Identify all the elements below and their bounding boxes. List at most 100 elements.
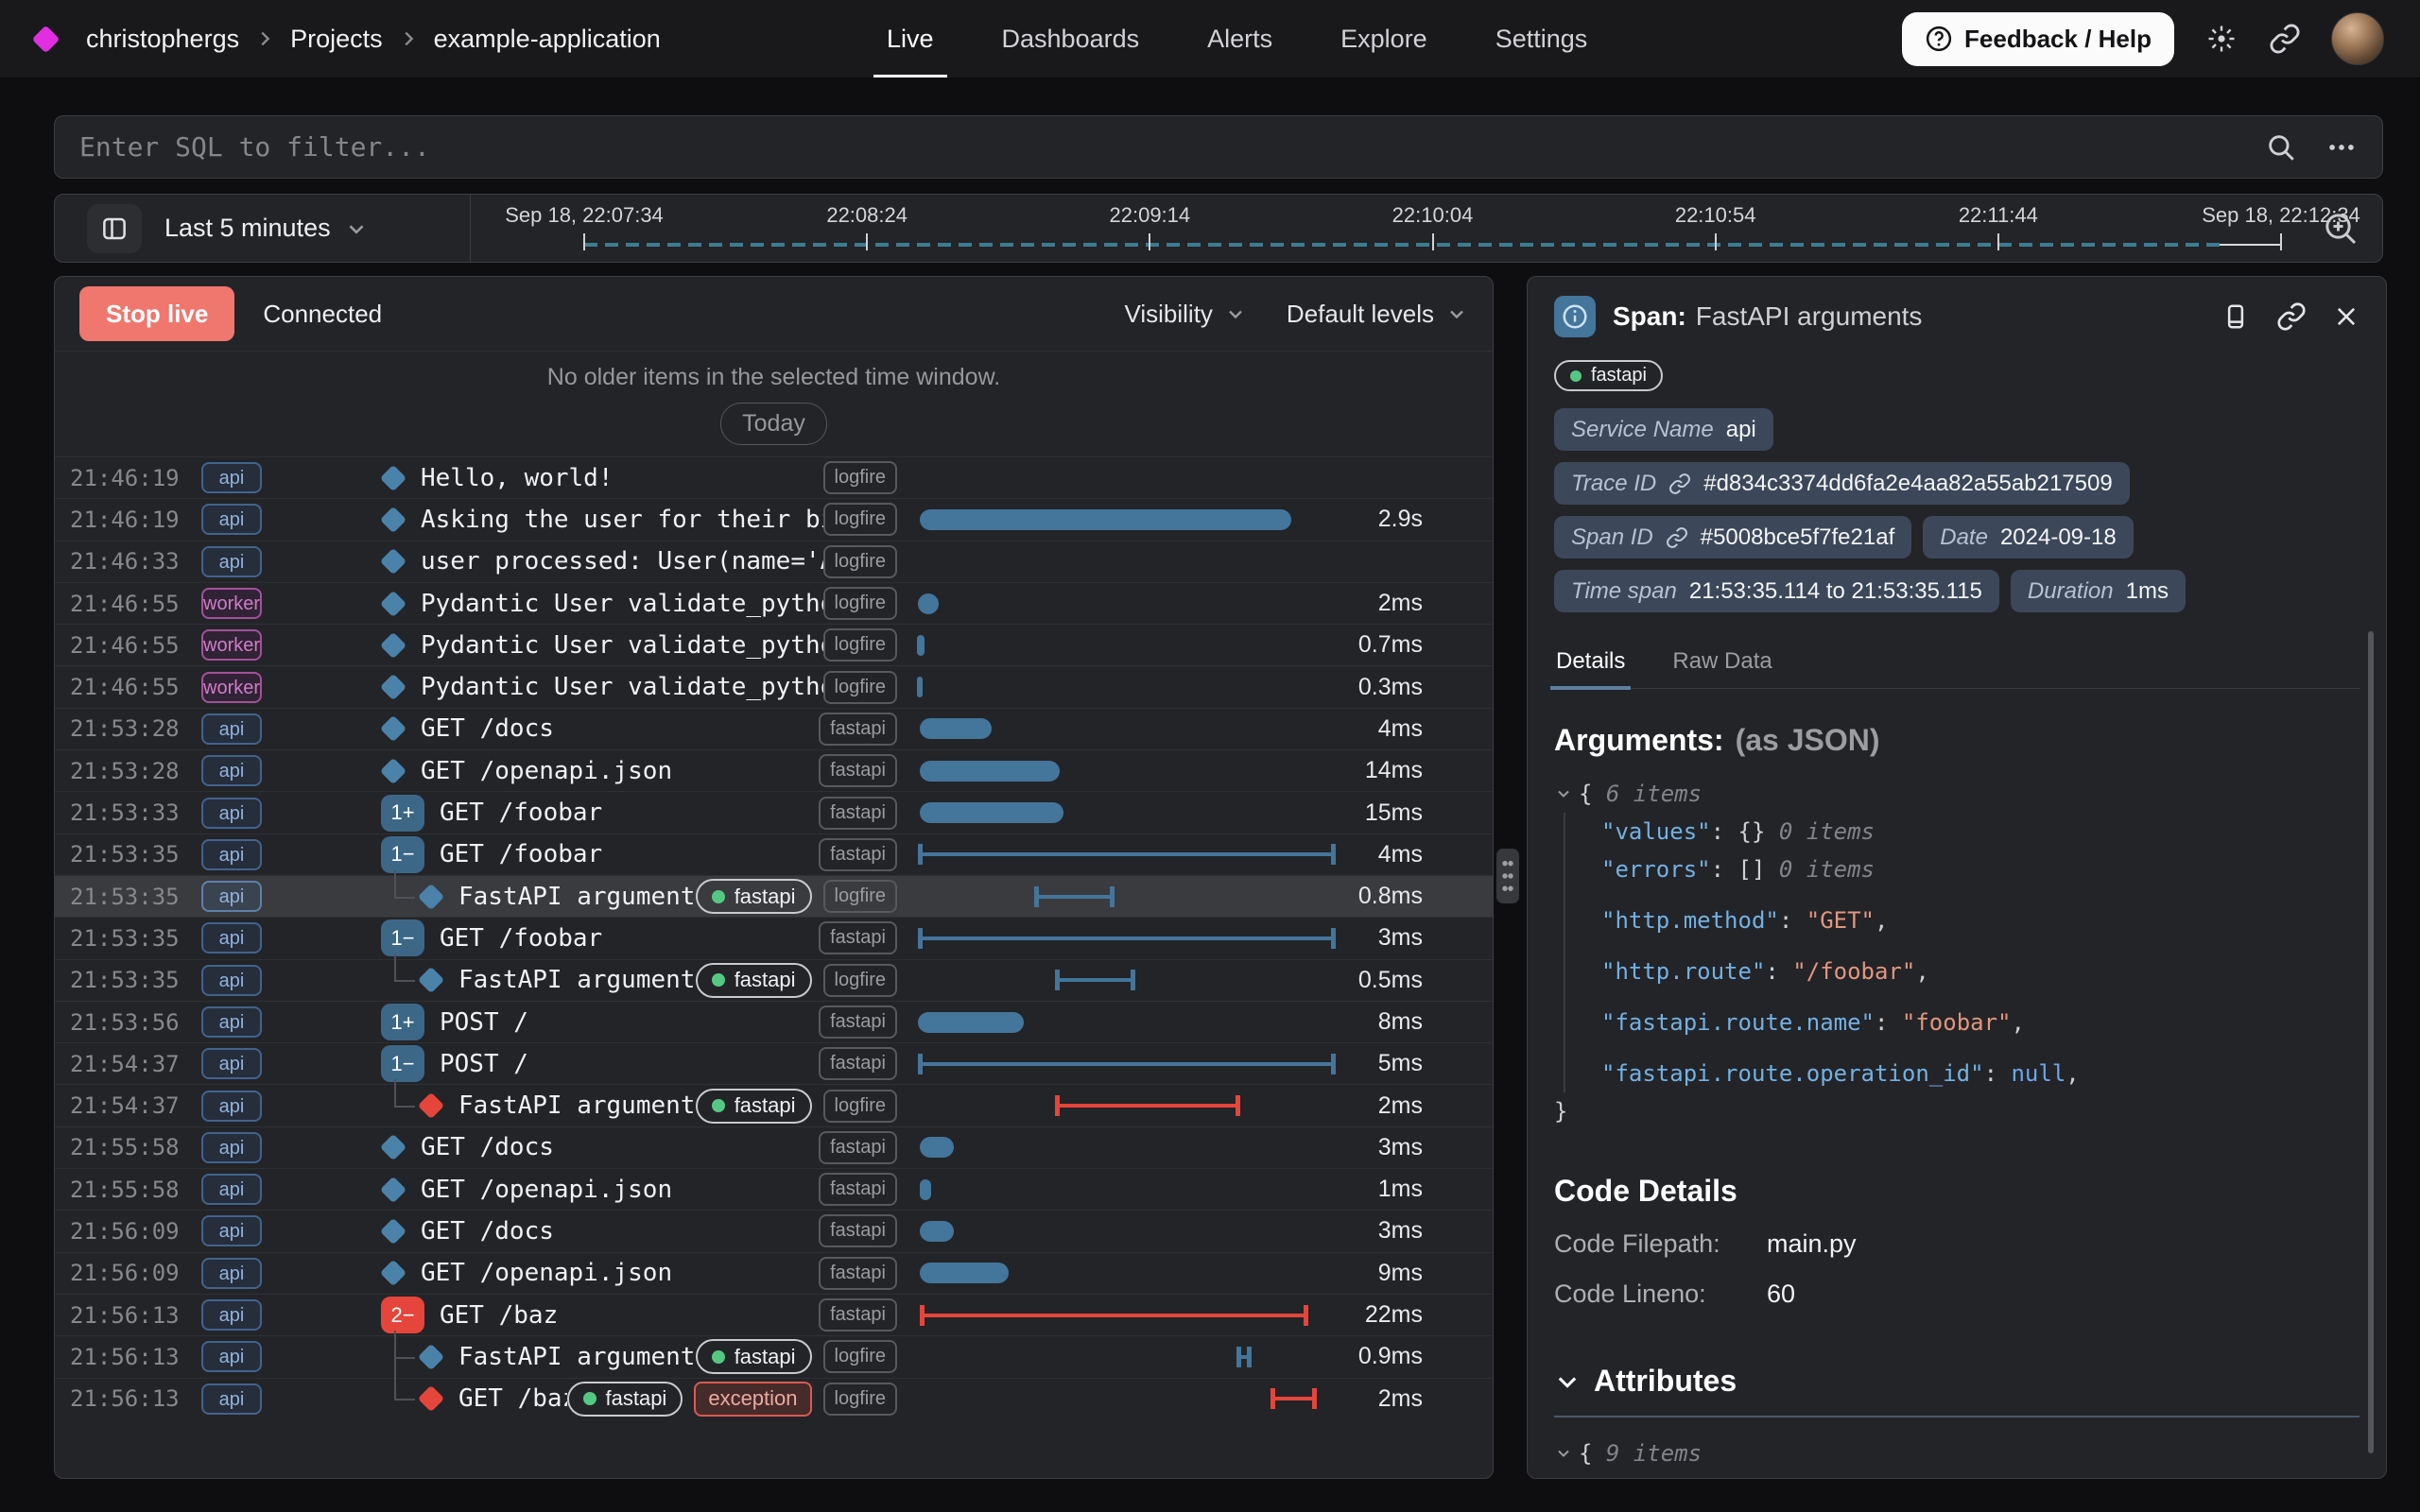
timeline[interactable]: Sep 18, 22:07:3422:08:2422:09:1422:10:04… bbox=[471, 195, 2297, 262]
tag-pill-fastapi[interactable]: fastapi bbox=[696, 963, 812, 998]
scope-chip[interactable]: fastapi bbox=[819, 713, 897, 746]
more-options-icon[interactable] bbox=[2325, 131, 2358, 163]
meta-chip-date[interactable]: Date2024-09-18 bbox=[1923, 516, 2133, 558]
meta-chip-duration[interactable]: Duration1ms bbox=[2011, 570, 2186, 612]
scope-chip[interactable]: fastapi bbox=[819, 921, 897, 954]
breadcrumb-projects[interactable]: Projects bbox=[290, 25, 383, 54]
log-row[interactable]: 21:46:55workerPydantic User validate_pyt… bbox=[55, 582, 1493, 624]
tag-pill-exception[interactable]: exception bbox=[694, 1382, 811, 1417]
meta-chip-service-name[interactable]: Service Nameapi bbox=[1554, 408, 1773, 451]
tag-pill-fastapi[interactable]: fastapi bbox=[1554, 360, 1663, 391]
log-row[interactable]: 21:46:55workerPydantic User validate_pyt… bbox=[55, 665, 1493, 707]
log-row[interactable]: 21:53:28apiGET /docsfastapi4ms bbox=[55, 708, 1493, 749]
log-row[interactable]: 21:56:13apiGET /baz (foobar)fastapiexcep… bbox=[55, 1378, 1493, 1419]
service-chip[interactable]: api bbox=[201, 798, 262, 829]
service-chip[interactable]: api bbox=[201, 462, 262, 493]
service-chip[interactable]: worker bbox=[201, 672, 262, 703]
tag-pill-fastapi[interactable]: fastapi bbox=[696, 1339, 812, 1374]
nav-tab-dashboards[interactable]: Dashboards bbox=[1002, 0, 1140, 77]
service-chip[interactable]: worker bbox=[201, 629, 262, 661]
log-row[interactable]: 21:56:09apiGET /openapi.jsonfastapi9ms bbox=[55, 1252, 1493, 1294]
close-icon[interactable] bbox=[2333, 303, 2360, 330]
scope-chip[interactable]: logfire bbox=[823, 587, 897, 620]
log-row[interactable]: 21:53:28apiGET /openapi.jsonfastapi14ms bbox=[55, 749, 1493, 791]
meta-chip-trace-id[interactable]: Trace ID#d834c3374dd6fa2e4aa82a55ab21750… bbox=[1554, 462, 2130, 505]
service-chip[interactable]: api bbox=[201, 1341, 262, 1372]
service-chip[interactable]: api bbox=[201, 922, 262, 954]
log-row[interactable]: 21:56:13api2−GET /bazfastapi22ms bbox=[55, 1294, 1493, 1335]
children-count-badge[interactable]: 2− bbox=[381, 1297, 424, 1333]
zoom-in-icon[interactable] bbox=[2322, 210, 2360, 248]
nav-tab-explore[interactable]: Explore bbox=[1340, 0, 1427, 77]
scope-chip[interactable]: fastapi bbox=[819, 1047, 897, 1080]
scope-chip[interactable]: logfire bbox=[823, 1090, 897, 1123]
scope-chip[interactable]: logfire bbox=[823, 880, 897, 913]
scope-chip[interactable]: fastapi bbox=[819, 838, 897, 871]
log-row[interactable]: 21:53:35api1−GET /foobarfastapi4ms bbox=[55, 833, 1493, 875]
scope-chip[interactable]: logfire bbox=[823, 503, 897, 536]
search-icon[interactable] bbox=[2265, 131, 2297, 163]
log-row[interactable]: 21:53:35apiFastAPI argumentsfastapilogfi… bbox=[55, 875, 1493, 917]
panel-toggle-icon[interactable] bbox=[87, 204, 142, 253]
service-chip[interactable]: api bbox=[201, 755, 262, 786]
log-row[interactable]: 21:56:09apiGET /docsfastapi3ms bbox=[55, 1210, 1493, 1251]
log-row[interactable]: 21:53:35apiFastAPI argumentsfastapilogfi… bbox=[55, 959, 1493, 1001]
children-count-badge[interactable]: 1+ bbox=[381, 1004, 424, 1040]
logfire-logo-icon[interactable] bbox=[32, 25, 60, 53]
nav-tab-settings[interactable]: Settings bbox=[1495, 0, 1588, 77]
children-count-badge[interactable]: 1− bbox=[381, 919, 424, 956]
log-row[interactable]: 21:46:55workerPydantic User validate_pyt… bbox=[55, 624, 1493, 665]
nav-tab-alerts[interactable]: Alerts bbox=[1207, 0, 1272, 77]
log-row[interactable]: 21:53:56api1+POST /fastapi8ms bbox=[55, 1001, 1493, 1042]
scope-chip[interactable]: fastapi bbox=[819, 1298, 897, 1332]
service-chip[interactable]: api bbox=[201, 546, 262, 577]
log-row[interactable]: 21:46:19apiAsking the user for their bir… bbox=[55, 498, 1493, 540]
scope-chip[interactable]: logfire bbox=[823, 964, 897, 997]
copy-link-icon[interactable] bbox=[2276, 301, 2307, 332]
nav-tab-live[interactable]: Live bbox=[887, 0, 934, 77]
service-chip[interactable]: api bbox=[201, 1091, 262, 1122]
scope-chip[interactable]: logfire bbox=[823, 1383, 897, 1416]
log-row[interactable]: 21:55:58apiGET /docsfastapi3ms bbox=[55, 1126, 1493, 1168]
meta-chip-time-span[interactable]: Time span21:53:35.114 to 21:53:35.115 bbox=[1554, 570, 1999, 612]
log-row[interactable]: 21:46:19apiHello, world!logfire bbox=[55, 456, 1493, 498]
user-avatar[interactable] bbox=[2331, 12, 2384, 65]
service-chip[interactable]: api bbox=[201, 1215, 262, 1246]
default-levels-dropdown[interactable]: Default levels bbox=[1287, 300, 1468, 329]
feedback-help-button[interactable]: Feedback / Help bbox=[1902, 12, 2174, 66]
tag-pill-fastapi[interactable]: fastapi bbox=[696, 1089, 812, 1124]
scope-chip[interactable]: logfire bbox=[823, 628, 897, 662]
scope-chip[interactable]: logfire bbox=[823, 1340, 897, 1373]
share-link-icon[interactable] bbox=[2269, 23, 2301, 55]
service-chip[interactable]: api bbox=[201, 504, 262, 535]
children-count-badge[interactable]: 1− bbox=[381, 1045, 424, 1082]
service-chip[interactable]: api bbox=[201, 881, 262, 912]
log-row[interactable]: 21:54:37api1−POST /fastapi5ms bbox=[55, 1042, 1493, 1084]
service-chip[interactable]: api bbox=[201, 713, 262, 745]
scope-chip[interactable]: logfire bbox=[823, 671, 897, 704]
service-chip[interactable]: api bbox=[201, 1299, 262, 1331]
service-chip[interactable]: api bbox=[201, 1258, 262, 1289]
detail-scrollbar[interactable] bbox=[2368, 631, 2374, 1453]
scope-chip[interactable]: logfire bbox=[823, 461, 897, 494]
collapse-caret-icon[interactable] bbox=[1554, 1444, 1573, 1463]
scope-chip[interactable]: fastapi bbox=[819, 797, 897, 830]
meta-chip-span-id[interactable]: Span ID#5008bce5f7fe21af bbox=[1554, 516, 1911, 558]
log-row[interactable]: 21:56:13apiFastAPI argumentsfastapilogfi… bbox=[55, 1335, 1493, 1377]
log-row[interactable]: 21:55:58apiGET /openapi.jsonfastapi1ms bbox=[55, 1168, 1493, 1210]
visibility-dropdown[interactable]: Visibility bbox=[1124, 300, 1246, 329]
scope-chip[interactable]: fastapi bbox=[819, 754, 897, 787]
scope-chip[interactable]: fastapi bbox=[819, 1131, 897, 1164]
service-chip[interactable]: worker bbox=[201, 588, 262, 619]
service-chip[interactable]: api bbox=[201, 1383, 262, 1415]
open-in-panel-icon[interactable] bbox=[2221, 302, 2250, 331]
today-button[interactable]: Today bbox=[720, 403, 827, 445]
scope-chip[interactable]: logfire bbox=[823, 545, 897, 578]
theme-toggle-icon[interactable] bbox=[2204, 22, 2238, 56]
scope-chip[interactable]: fastapi bbox=[819, 1005, 897, 1039]
tab-raw-data[interactable]: Raw Data bbox=[1670, 641, 1773, 688]
sql-filter-input[interactable] bbox=[79, 131, 2265, 163]
tag-pill-fastapi[interactable]: fastapi bbox=[696, 879, 812, 914]
log-row[interactable]: 21:54:37apiFastAPI argumentsfastapilogfi… bbox=[55, 1084, 1493, 1125]
arguments-json-tree[interactable]: { 6 items"values": {} 0 items"errors": [… bbox=[1554, 775, 2360, 1130]
